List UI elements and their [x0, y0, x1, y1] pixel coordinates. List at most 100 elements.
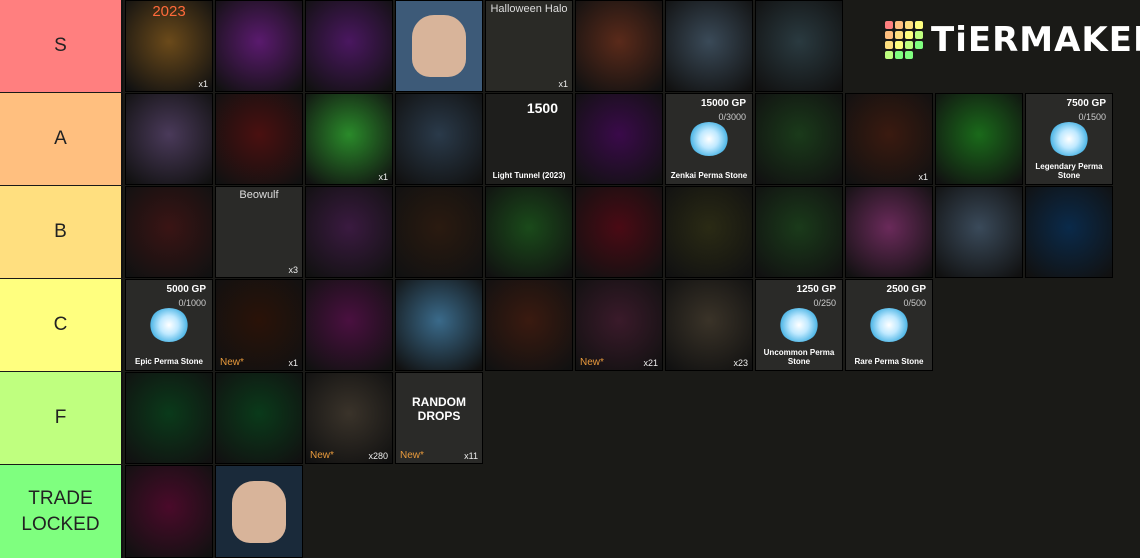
tier-item-tile[interactable] [755, 186, 843, 278]
gp-price: 5000 GP [166, 284, 206, 295]
tier-label: A [0, 93, 123, 185]
new-badge: New* [580, 357, 604, 368]
tier-item-tile[interactable] [395, 186, 483, 278]
tier-item-tile[interactable] [575, 186, 663, 278]
tier-item-tile[interactable]: New* x1 [215, 279, 303, 371]
tier-items: New* x280 RANDOM DROPS New* x11 [123, 372, 1140, 464]
tier-item-tile[interactable] [305, 186, 393, 278]
tier-item-tile[interactable] [575, 93, 663, 185]
gp-price: 1250 GP [796, 284, 836, 295]
tier-item-tile[interactable]: RANDOM DROPS New* x11 [395, 372, 483, 464]
item-caption: Zenkai Perma Stone [670, 171, 748, 180]
stone-progress: 0/1000 [178, 298, 206, 308]
tier-item-tile[interactable] [935, 93, 1023, 185]
tier-item-tile[interactable] [125, 93, 213, 185]
item-quantity: x23 [733, 358, 748, 368]
tier-items [123, 465, 1140, 558]
tier-label: B [0, 186, 123, 278]
tier-item-tile[interactable] [125, 372, 213, 464]
tier-items: x1 1500 Light Tunnel (2023) 15000 GP 0/3000 Z… [123, 93, 1140, 185]
tier-label: C [0, 279, 123, 371]
tier-item-tile[interactable]: 5000 GP 0/1000 Epic Perma Stone [125, 279, 213, 371]
tier-item-tile[interactable]: New* x21 [575, 279, 663, 371]
tier-item-tile[interactable] [395, 0, 483, 92]
gp-price: 2500 GP [886, 284, 926, 295]
tier-item-tile[interactable] [125, 465, 213, 558]
tier-label: F [0, 372, 123, 464]
tier-item-tile[interactable]: x1 [845, 93, 933, 185]
tier-row: Ax1 1500 Light Tunnel (2023) 15000 GP 0/3000… [0, 93, 1140, 185]
tier-item-tile[interactable] [215, 465, 303, 558]
item-quantity: x3 [288, 265, 298, 275]
character-head-icon [232, 480, 286, 543]
tier-item-tile[interactable] [665, 0, 753, 92]
tier-item-tile[interactable] [1025, 186, 1113, 278]
tier-item-tile[interactable] [305, 0, 393, 92]
tier-item-tile[interactable] [845, 186, 933, 278]
tier-item-tile[interactable] [665, 186, 753, 278]
tier-item-tile[interactable]: 2500 GP 0/500 Rare Perma Stone [845, 279, 933, 371]
tier-item-tile[interactable]: 7500 GP 0/1500 Legendary Perma Stone [1025, 93, 1113, 185]
tier-item-tile[interactable] [485, 279, 573, 371]
item-name: RANDOM DROPS [412, 395, 466, 423]
new-badge: New* [310, 450, 334, 461]
gp-price: 15000 GP [700, 98, 746, 109]
tier-item-tile[interactable] [305, 279, 393, 371]
perma-stone-icon [689, 122, 729, 156]
tier-label: S [0, 0, 123, 92]
tier-item-tile[interactable] [215, 372, 303, 464]
tier-item-tile[interactable]: 1250 GP 0/250 Uncommon Perma Stone [755, 279, 843, 371]
tier-item-tile[interactable]: 2023 x1 [125, 0, 213, 92]
tier-item-tile[interactable]: 15000 GP 0/3000 Zenkai Perma Stone [665, 93, 753, 185]
stone-progress: 0/250 [813, 298, 836, 308]
tier-item-tile[interactable] [125, 186, 213, 278]
item-quantity: x1 [378, 172, 388, 182]
tier-item-tile[interactable]: x23 [665, 279, 753, 371]
tier-item-tile[interactable]: Beowulf x3 [215, 186, 303, 278]
stone-progress: 0/500 [903, 298, 926, 308]
tier-item-tile[interactable] [575, 0, 663, 92]
tier-item-tile[interactable] [395, 93, 483, 185]
item-name: Halloween Halo [490, 3, 568, 15]
tier-item-tile[interactable] [935, 186, 1023, 278]
new-badge: New* [220, 357, 244, 368]
item-name: Beowulf [239, 189, 279, 201]
new-badge: New* [400, 450, 424, 461]
item-caption: Legendary Perma Stone [1035, 162, 1103, 180]
tier-item-tile[interactable]: New* x280 [305, 372, 393, 464]
item-quantity: x1 [558, 79, 568, 89]
tier-item-tile[interactable]: x1 [305, 93, 393, 185]
item-caption: Light Tunnel (2023) [492, 171, 566, 180]
stone-progress: 0/1500 [1078, 112, 1106, 122]
item-quantity: x1 [288, 358, 298, 368]
perma-stone-icon [149, 308, 189, 342]
character-head-icon [412, 15, 466, 77]
tier-item-tile[interactable]: Halloween Halo x1 [485, 0, 573, 92]
gp-price: 1500 [526, 100, 558, 116]
tier-item-tile[interactable] [395, 279, 483, 371]
tier-item-tile[interactable]: 1500 Light Tunnel (2023) [485, 93, 573, 185]
item-year: 2023 [152, 3, 186, 20]
tier-item-tile[interactable] [215, 0, 303, 92]
tier-items: 5000 GP 0/1000 Epic Perma Stone New* x1 New* x… [123, 279, 1140, 371]
tiermaker-logo: TiERMAKER [885, 20, 1140, 60]
tier-item-tile[interactable] [485, 186, 573, 278]
item-caption: Epic Perma Stone [134, 357, 204, 366]
tier-item-tile[interactable] [755, 93, 843, 185]
item-quantity: x1 [198, 79, 208, 89]
tier-row: B Beowulf x3 [0, 186, 1140, 278]
perma-stone-icon [1049, 122, 1089, 156]
tier-label: TRADE LOCKED [0, 465, 123, 558]
item-quantity: x21 [643, 358, 658, 368]
stone-progress: 0/3000 [718, 112, 746, 122]
tier-row: TRADE LOCKED [0, 465, 1140, 558]
logo-grid-icon [885, 21, 923, 59]
item-quantity: x1 [918, 172, 928, 182]
logo-text: TiERMAKER [931, 20, 1140, 60]
tier-items: Beowulf x3 [123, 186, 1140, 278]
tier-item-tile[interactable] [755, 0, 843, 92]
item-caption: Uncommon Perma Stone [763, 348, 835, 366]
tier-row: F New* x280 RANDOM DROPS New* x11 [0, 372, 1140, 464]
tier-row: C 5000 GP 0/1000 Epic Perma Stone New* x1 New*… [0, 279, 1140, 371]
tier-item-tile[interactable] [215, 93, 303, 185]
